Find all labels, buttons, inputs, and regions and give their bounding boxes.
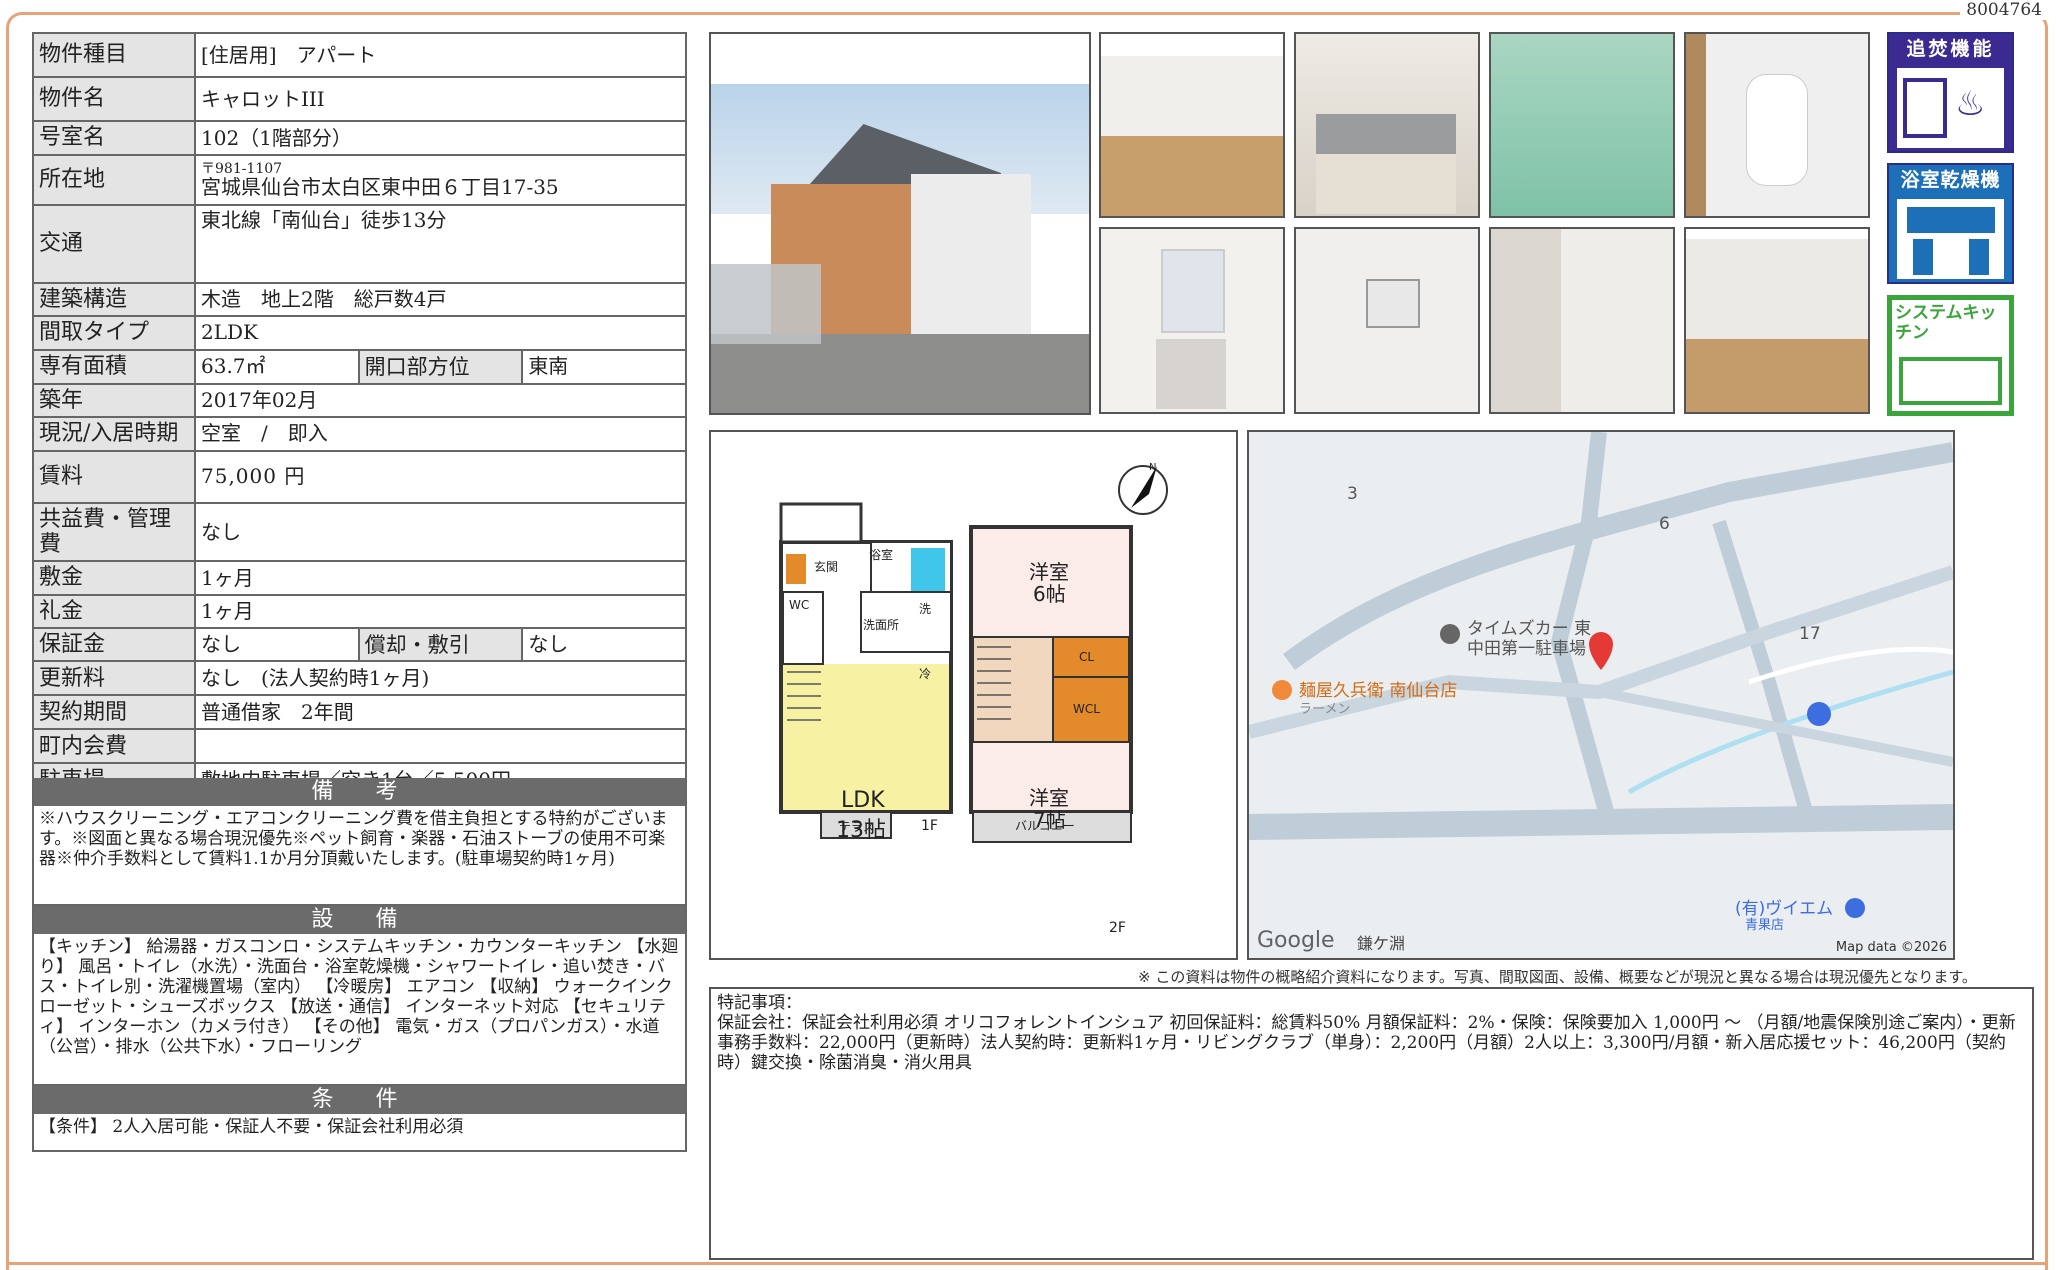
conditions-section: 条 件 【条件】 2人入居可能・保証人不要・保証会社利用必須 (32, 1086, 687, 1152)
rent-value: 75,000 円 (194, 449, 687, 504)
map-area-kamagafuchi: 鎌ケ淵 (1357, 934, 1406, 953)
type-label: 物件種目 (32, 32, 196, 78)
map-credit: Map data ©2026 (1835, 940, 1947, 955)
photo-washroom (1099, 227, 1285, 414)
label-washroom: 洗面所 (863, 618, 900, 632)
floor-plan-drawing (779, 465, 1168, 843)
remarks-title: 備 考 (34, 778, 685, 806)
label-wc-1f: WC (789, 598, 810, 612)
deposit-label: 敷金 (32, 560, 196, 596)
label-fridge: 冷 (919, 667, 932, 681)
map-block-3: 3 (1347, 484, 1358, 504)
address-value: 宮城県仙台市太白区東中田６丁目17-35 (201, 174, 559, 199)
label-washer: 洗 (919, 602, 932, 616)
conditions-text: 【条件】 2人入居可能・保証人不要・保証会社利用必須 (39, 1117, 464, 1137)
exterior-photo (709, 32, 1091, 415)
label-genkan: 玄関 (814, 560, 839, 574)
label-western-room-a-size: 6帖 (1033, 582, 1066, 606)
reheating-feature-icon: 追焚機能 ♨ (1887, 32, 2014, 153)
label-walk-in-closet: WCL (1073, 702, 1100, 716)
photo-toilet (1684, 32, 1870, 218)
layout-value: 2LDK (194, 315, 687, 351)
address-label: 所在地 (32, 154, 196, 206)
label-floor-2: 2F (1109, 920, 1126, 936)
photo-storage (1489, 227, 1675, 414)
traffic-label: 交通 (32, 204, 196, 284)
conditions-title: 条 件 (34, 1086, 685, 1114)
status-label: 現況/入居時期 (32, 415, 196, 452)
system-kitchen-icon: システムキッチン (1887, 295, 2014, 416)
map-poi-ramen-type: ラーメン (1299, 702, 1351, 717)
guarantee-label: 保証金 (32, 627, 196, 663)
remarks-section: 備 考 ※ハウスクリーニング・エアコンクリーニング費を借主負担とする特約がござい… (32, 778, 687, 906)
name-value: キャロットIII (194, 76, 687, 122)
amortization-value: なし (521, 627, 687, 663)
guarantee-value: なし (194, 627, 360, 663)
contract-label: 契約期間 (32, 694, 196, 731)
key-money-label: 礼金 (32, 593, 196, 630)
common-fee-value: なし (194, 501, 687, 563)
photo-bathroom (1489, 32, 1675, 218)
bathroom-dryer-icon: 浴室乾燥機 (1887, 163, 2014, 284)
room-value: 102（1階部分） (194, 120, 687, 156)
disclaimer-notice: ※ この資料は物件の概略紹介資料になります。写真、間取図面、設備、概要などが現況… (1138, 968, 1977, 986)
deposit-value: 1ヶ月 (194, 560, 687, 596)
label-balcony: バルコニー (1015, 819, 1075, 833)
photo-intercom (1294, 227, 1480, 414)
area-label: 専有面積 (32, 348, 196, 385)
map-poi-times-car-2: 中田第一駐車場 (1467, 639, 1586, 659)
label-terrace: テラス (839, 820, 875, 834)
label-floor-1: 1F (921, 818, 938, 834)
renewal-value: なし (法人契約時1ヶ月) (194, 660, 687, 697)
map-block-6: 6 (1659, 514, 1670, 534)
direction-value: 東南 (521, 348, 687, 385)
google-logo: Google (1257, 928, 1335, 953)
floor-plan: 玄関 浴室 WC 洗 洗面所 冷 LDK 13帖 テラス 1F 洋室 6帖 CL… (709, 430, 1238, 960)
structure-label: 建築構造 (32, 281, 196, 318)
area-value: 63.7㎡ (194, 348, 360, 385)
photo-living (1099, 32, 1285, 218)
structure-value: 木造 地上2階 総戸数4戸 (194, 281, 687, 318)
label-closet: CL (1079, 650, 1095, 664)
room-label: 号室名 (32, 120, 196, 156)
remarks-text: ※ハウスクリーニング・エアコンクリーニング費を借主負担とする特約がございます。※… (39, 809, 668, 869)
built-label: 築年 (32, 382, 196, 418)
postal-code: 〒981-1107 (201, 160, 283, 177)
property-spec-table: 物件種目 [住居用] アパート 物件名 キャロットIII 号室名 102（1階部分） … (32, 32, 687, 799)
renewal-label: 更新料 (32, 660, 196, 697)
direction-label: 開口部方位 (357, 348, 524, 385)
traffic-value: 東北線「南仙台」徒歩13分 (194, 204, 687, 284)
facilities-title: 設 備 (34, 906, 685, 934)
status-value: 空室 / 即入 (194, 415, 687, 452)
special-notes: 特記事項： 保証会社：保証会社利用必須 オリコフォレントインシュア 初回保証料：総… (709, 987, 2034, 1260)
key-money-value: 1ヶ月 (194, 593, 687, 630)
map-poi-greengrocer-type: 青果店 (1745, 918, 1785, 933)
name-label: 物件名 (32, 76, 196, 122)
map-block-17: 17 (1799, 624, 1821, 644)
label-ldk: LDK (841, 788, 885, 813)
layout-label: 間取タイプ (32, 315, 196, 351)
contract-value: 普通借家 2年間 (194, 694, 687, 731)
amortization-label: 償却・敷引 (357, 627, 524, 663)
rent-label: 賃料 (32, 449, 196, 504)
town-fee-value (194, 728, 687, 765)
common-fee-label: 共益費・管理費 (32, 501, 196, 563)
facilities-text: 【キッチン】 給湯器・ガスコンロ・システムキッチン・カウンターキッチン 【水廻り… (39, 937, 679, 1057)
photo-kitchen (1294, 32, 1480, 218)
special-notes-text: 保証会社：保証会社利用必須 オリコフォレントインシュア 初回保証料：総賃料50%… (717, 1013, 2016, 1073)
compass-label: N (1149, 462, 1157, 473)
location-map: 3 6 17 タイムズカー 東 中田第一駐車場 麺屋久兵衛 南仙台店 ラーメン … (1247, 430, 1955, 960)
facilities-section: 設 備 【キッチン】 給湯器・ガスコンロ・システムキッチン・カウンターキッチン … (32, 906, 687, 1086)
built-value: 2017年02月 (194, 382, 687, 418)
document-id: 8004764 (1960, 0, 2048, 20)
town-fee-label: 町内会費 (32, 728, 196, 765)
special-notes-title: 特記事項： (717, 993, 802, 1013)
photo-bedroom (1684, 227, 1870, 414)
label-bathroom: 浴室 (869, 548, 894, 562)
type-value: [住居用] アパート (194, 32, 687, 78)
